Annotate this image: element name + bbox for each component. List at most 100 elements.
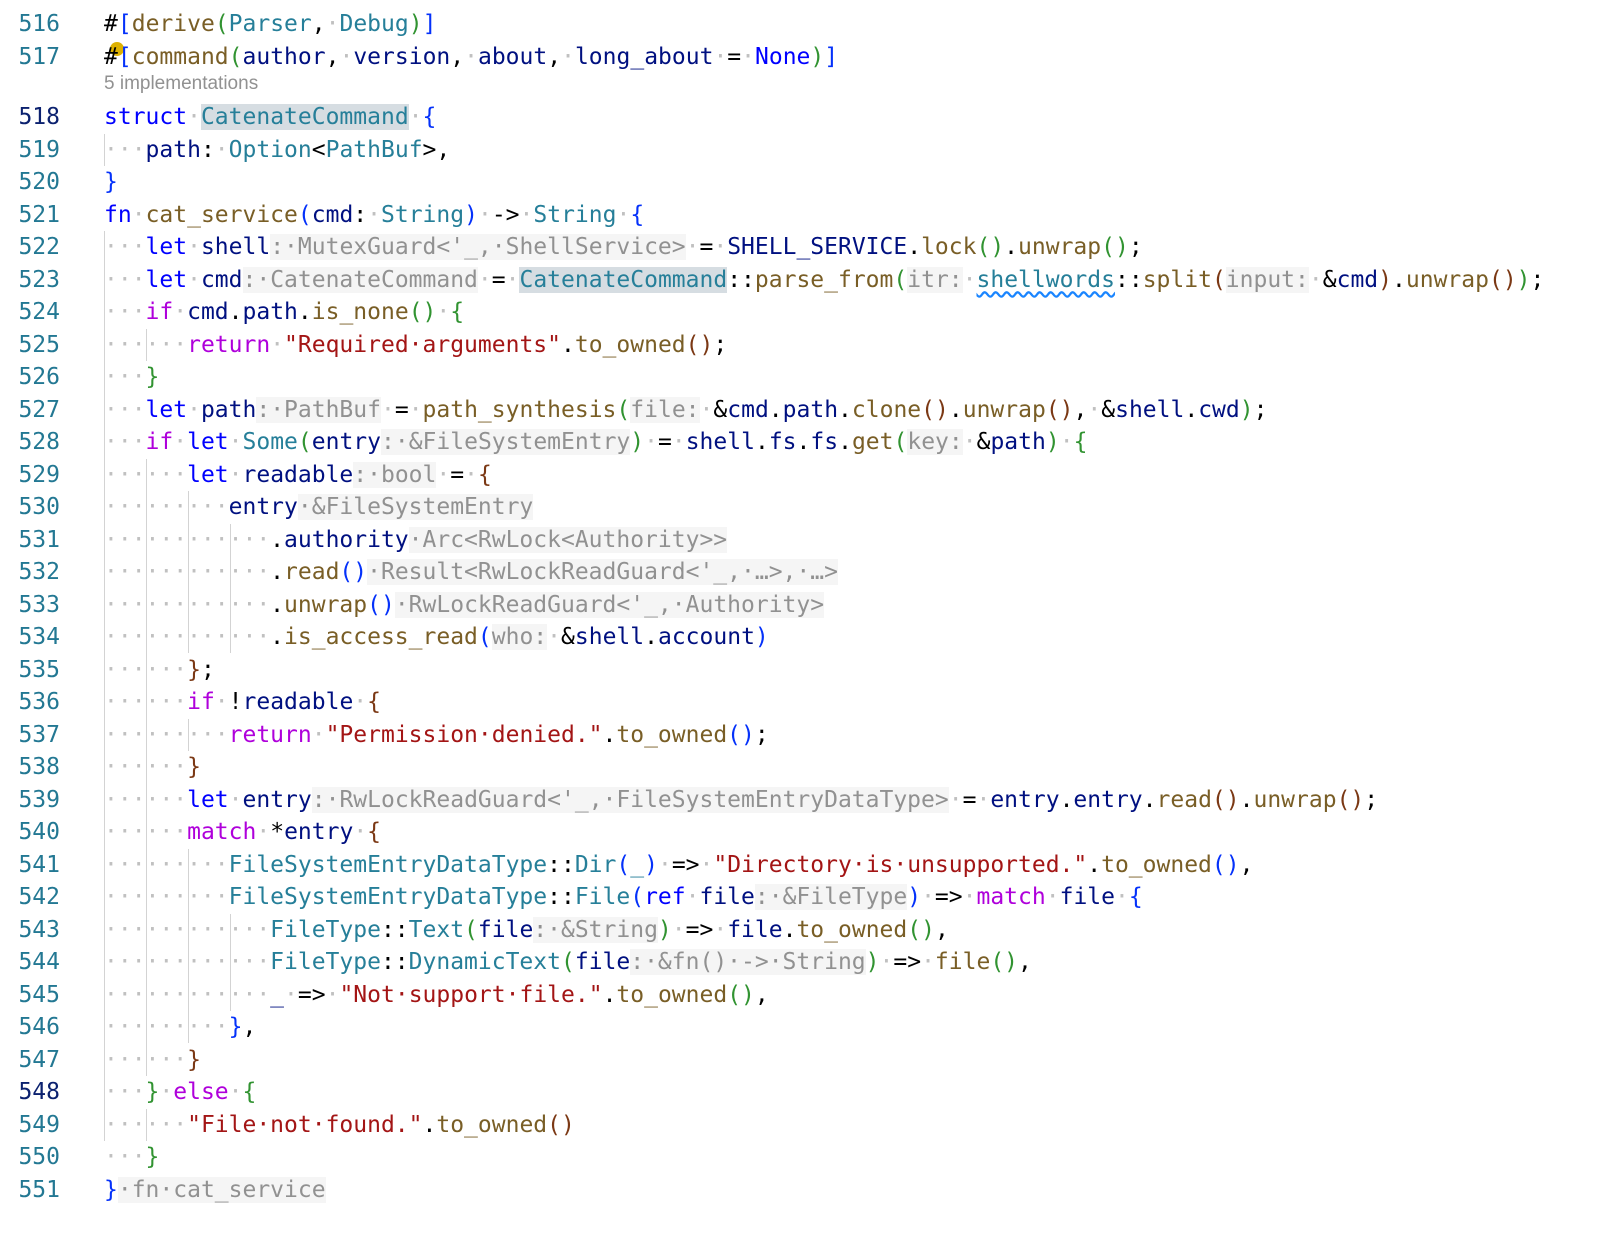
code-text[interactable]: } xyxy=(104,166,118,198)
codelens-implementations[interactable]: 5 implementations xyxy=(104,72,258,96)
line-number: 522 xyxy=(18,234,60,260)
code-line[interactable]: 546 ·········}, xyxy=(0,1011,1597,1043)
code-line[interactable]: 541 ·········FileSystemEntryDataType::Dir… xyxy=(0,849,1597,881)
code-text[interactable]: ···let·cmd:·CatenateCommand·=·CatenateCo… xyxy=(104,264,1544,296)
line-number: 521 xyxy=(18,201,60,228)
code-line[interactable]: 532 ············.read()·Result<RwLockRead… xyxy=(0,556,1597,588)
code-token: { xyxy=(242,1079,257,1105)
code-token: & xyxy=(561,624,575,650)
code-text[interactable]: ············FileType::DynamicText(file:·… xyxy=(104,946,1032,978)
code-line[interactable]: 525 ······return·"Required·arguments".to_… xyxy=(0,329,1597,361)
code-line[interactable]: 524 ···if·cmd.path.is_none()·{ xyxy=(0,296,1597,328)
code-text[interactable]: ·········FileSystemEntryDataType::Dir(_)… xyxy=(104,849,1253,881)
code-text[interactable]: ·········FileSystemEntryDataType::File(r… xyxy=(104,881,1143,913)
code-text[interactable]: ············_·=>·"Not·support·file.".to_… xyxy=(104,979,769,1011)
code-line[interactable]: 534 ············.is_access_read(who:·&she… xyxy=(0,621,1597,653)
code-token: · xyxy=(436,299,451,325)
code-line[interactable]: 523 ···let·cmd:·CatenateCommand·=·Catenat… xyxy=(0,264,1597,296)
code-token: entry xyxy=(990,786,1060,813)
code-token: => xyxy=(685,916,714,943)
code-token: ( xyxy=(464,916,478,943)
code-line[interactable]: 548 ···}·else·{ xyxy=(0,1076,1597,1108)
code-text[interactable]: ············.authority·Arc<RwLock<Author… xyxy=(104,524,728,556)
code-token: to_owned xyxy=(616,721,728,748)
code-line[interactable]: 536 ······if·!readable·{ xyxy=(0,686,1597,718)
code-text[interactable]: ···let·shell:·MutexGuard<'_,·ShellServic… xyxy=(104,231,1143,263)
code-token: to_owned xyxy=(796,916,908,943)
code-line[interactable]: 519 ···path:·Option<PathBuf>, xyxy=(0,134,1597,166)
code-text[interactable]: #[derive(Parser,·Debug)] xyxy=(104,8,436,40)
code-text[interactable]: fn·cat_service(cmd:·String)·->·String·{ xyxy=(104,199,644,231)
code-text[interactable]: struct·CatenateCommand·{ xyxy=(104,101,436,133)
code-text[interactable]: ······let·entry:·RwLockReadGuard<'_,·Fil… xyxy=(104,784,1378,816)
code-token: ] xyxy=(422,11,437,37)
code-line[interactable]: 522 ···let·shell:·MutexGuard<'_,·ShellSer… xyxy=(0,231,1597,263)
code-text[interactable]: ···} xyxy=(104,361,159,393)
code-text[interactable]: ···path:·Option<PathBuf>, xyxy=(104,134,450,166)
code-token: & xyxy=(1322,266,1337,293)
code-text[interactable]: ·········}, xyxy=(104,1011,256,1043)
code-line[interactable]: 527 ···let·path:·PathBuf·=·path_synthesis… xyxy=(0,394,1597,426)
code-line[interactable]: 550 ···} xyxy=(0,1141,1597,1173)
code-line[interactable]: 537 ·········return·"Permission·denied.".… xyxy=(0,719,1597,751)
code-text[interactable]: ·········entry·&FileSystemEntry xyxy=(104,491,534,523)
code-token: ) xyxy=(1045,429,1060,455)
code-line[interactable]: 540 ······match·*entry·{ xyxy=(0,816,1597,848)
code-line[interactable]: 526 ···} xyxy=(0,361,1597,393)
line-number: 547 xyxy=(18,1046,60,1073)
line-number: 518 xyxy=(18,104,60,130)
code-token: who: xyxy=(491,624,548,650)
code-token: readable xyxy=(242,461,354,488)
code-line[interactable]: 533 ············.unwrap()·RwLockReadGuard… xyxy=(0,589,1597,621)
code-text[interactable]: #[command(author,·version,·about,·long_a… xyxy=(104,41,838,73)
code-token: . xyxy=(1004,234,1019,260)
code-text[interactable]: ······let·readable:·bool·=·{ xyxy=(104,459,492,491)
code-line[interactable]: 549 ······"File·not·found.".to_owned() xyxy=(0,1109,1597,1141)
code-token: let xyxy=(145,396,188,423)
code-text[interactable]: ······} xyxy=(104,751,201,783)
code-token: to_owned xyxy=(616,981,728,1008)
code-text[interactable]: ···if·let·Some(entry:·&FileSystemEntry)·… xyxy=(104,426,1087,458)
code-token: return xyxy=(228,721,312,748)
code-text[interactable]: ···} xyxy=(104,1141,159,1173)
code-text[interactable]: ············.read()·Result<RwLockReadGua… xyxy=(104,556,838,588)
code-line[interactable]: 517 #[command(author,·version,·about,·lon… xyxy=(0,41,1597,73)
code-token: entry xyxy=(242,786,312,813)
code-text[interactable]: ···let·path:·PathBuf·=·path_synthesis(fi… xyxy=(104,394,1267,426)
code-line[interactable]: 545············_·=>·"Not·support·file.".… xyxy=(0,979,1597,1011)
code-text[interactable]: ······}; xyxy=(104,654,215,686)
code-line[interactable]: 518 struct·CatenateCommand·{ xyxy=(0,101,1597,133)
code-text[interactable]: ···if·cmd.path.is_none()·{ xyxy=(104,296,464,328)
code-line[interactable]: 521 fn·cat_service(cmd:·String)·->·String… xyxy=(0,199,1597,231)
code-token: · xyxy=(408,104,423,130)
code-line[interactable]: 539 ······let·entry:·RwLockReadGuard<'_,·… xyxy=(0,784,1597,816)
code-text[interactable]: ······"File·not·found.".to_owned() xyxy=(104,1109,575,1141)
code-line[interactable]: 535 ······}; xyxy=(0,654,1597,686)
line-number: 526 xyxy=(18,364,60,390)
code-text[interactable]: ······return·"Required·arguments".to_own… xyxy=(104,329,727,361)
code-line[interactable]: 547 ······} xyxy=(0,1044,1597,1076)
code-line[interactable]: 529 ······let·readable:·bool·=·{ xyxy=(0,459,1597,491)
line-number: 542 xyxy=(18,884,60,910)
code-line[interactable]: 538 ······} xyxy=(0,751,1597,783)
code-text[interactable]: ·········return·"Permission·denied.".to_… xyxy=(104,719,769,751)
code-line[interactable]: 516 #[derive(Parser,·Debug)] xyxy=(0,8,1597,40)
code-line[interactable]: 551}·fn·cat_service xyxy=(0,1174,1597,1206)
code-text[interactable]: ············.is_access_read(who:·&shell.… xyxy=(104,621,769,653)
code-line[interactable]: 542 ·········FileSystemEntryDataType::Fil… xyxy=(0,881,1597,913)
code-text[interactable]: }·fn·cat_service xyxy=(104,1174,326,1206)
code-line[interactable]: 530 ·········entry·&FileSystemEntry xyxy=(0,491,1597,523)
code-line[interactable]: 543············FileType::Text(file:·&Str… xyxy=(0,914,1597,946)
code-line[interactable]: 544············FileType::DynamicText(fil… xyxy=(0,946,1597,978)
code-text[interactable]: ············.unwrap()·RwLockReadGuard<'_… xyxy=(104,589,825,621)
code-token: _ xyxy=(630,851,645,878)
code-text[interactable]: ······} xyxy=(104,1044,201,1076)
code-token: command xyxy=(131,43,229,70)
code-line[interactable]: 520} xyxy=(0,166,1597,198)
code-editor[interactable]: 5 implementations 516 #[derive(Parser,·De… xyxy=(0,0,1597,1239)
code-line[interactable]: 528 ···if·let·Some(entry:·&FileSystemEntr… xyxy=(0,426,1597,458)
code-line[interactable]: 531 ············.authority·Arc<RwLock<Aut… xyxy=(0,524,1597,556)
line-number: 546 xyxy=(18,1014,60,1040)
code-text[interactable]: ···}·else·{ xyxy=(104,1076,256,1108)
code-token: , xyxy=(450,43,465,70)
